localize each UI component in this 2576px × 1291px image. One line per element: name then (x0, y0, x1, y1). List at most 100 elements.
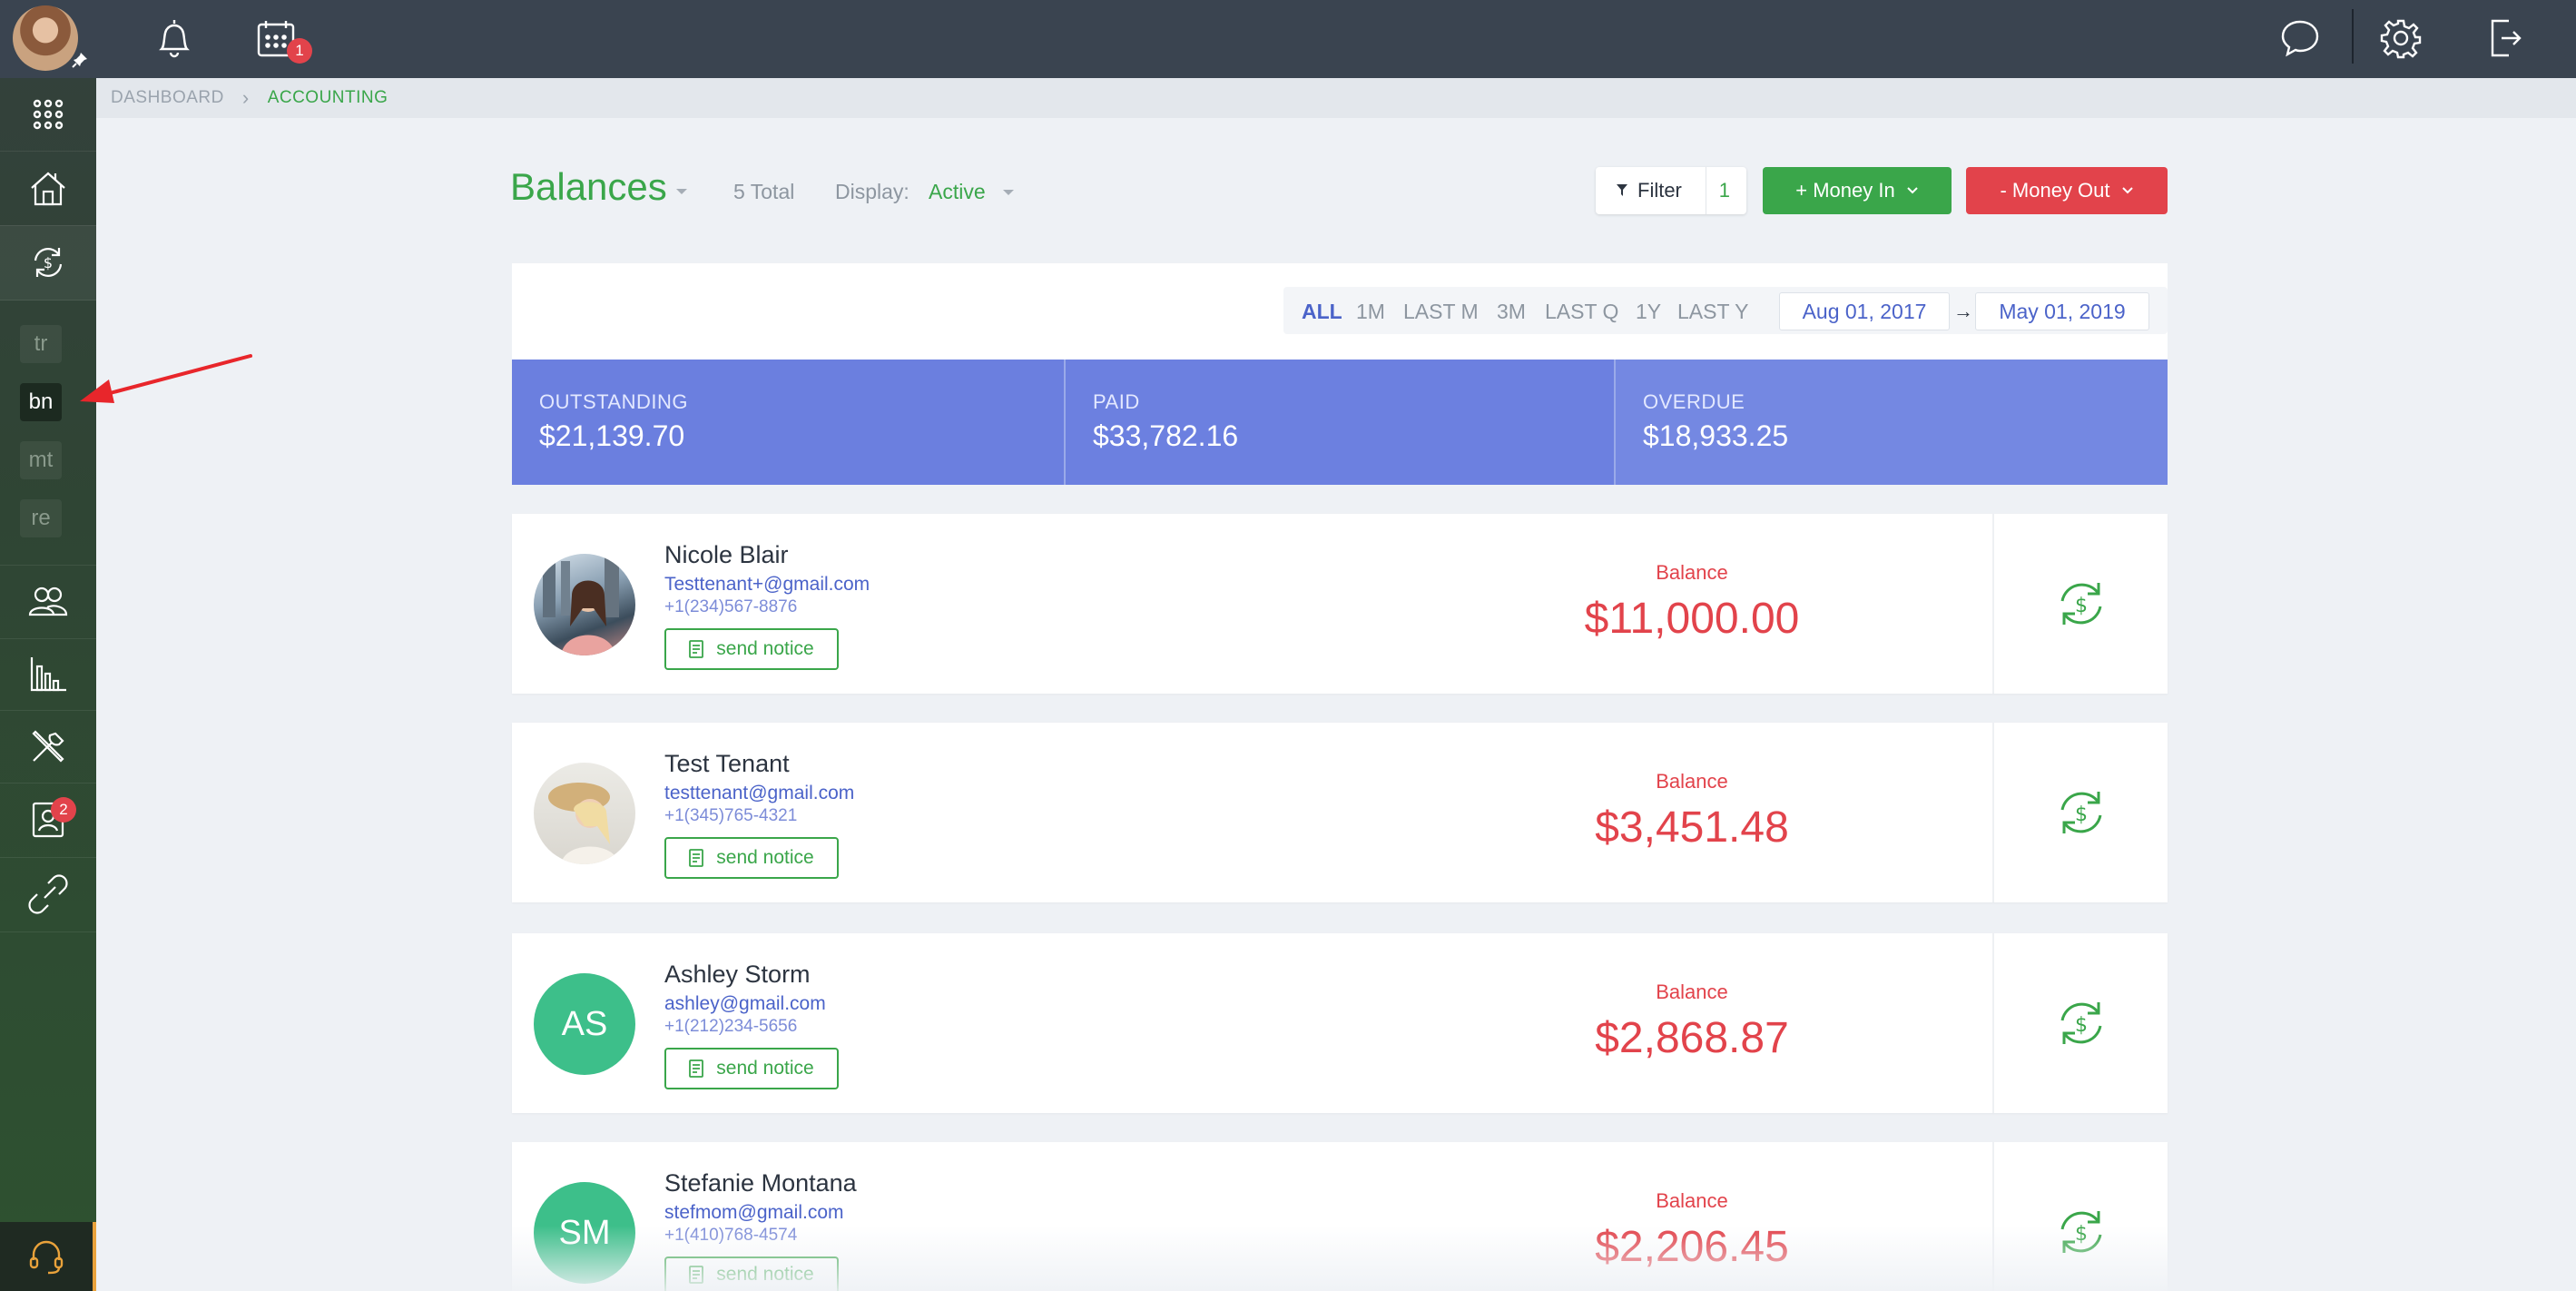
send-notice-button[interactable]: send notice (664, 1048, 839, 1089)
properties-icon[interactable] (0, 151, 96, 226)
sidebar: $ tr bn mt re 2 (0, 0, 96, 1291)
tenant-name[interactable]: Ashley Storm (664, 961, 811, 989)
breadcrumb-dashboard[interactable]: DASHBOARD (111, 88, 224, 108)
display-label: Display: (835, 180, 909, 203)
tenant-avatar[interactable] (534, 554, 635, 655)
send-notice-button[interactable]: send notice (664, 837, 839, 879)
reports-icon[interactable] (0, 637, 96, 711)
tenant-avatar[interactable]: AS (534, 973, 635, 1075)
chevron-down-icon (2121, 187, 2133, 194)
sidebar-sub-item-current[interactable]: bn (20, 383, 62, 421)
money-in-button[interactable]: + Money In (1763, 167, 1952, 214)
user-avatar[interactable] (13, 5, 78, 71)
people-icon[interactable] (0, 565, 96, 639)
stat-label: OVERDUE (1643, 390, 1745, 413)
document-icon (689, 640, 704, 658)
balance-label: Balance (1656, 561, 1728, 584)
tenant-email[interactable]: ashley@gmail.com (664, 993, 826, 1015)
tenant-email[interactable]: testtenant@gmail.com (664, 783, 854, 804)
tenant-email[interactable]: stefmom@gmail.com (664, 1202, 844, 1224)
filter-button[interactable]: Filter 1 (1596, 167, 1746, 214)
sidebar-sub-item[interactable]: tr (20, 325, 62, 363)
page-title[interactable]: Balances (510, 165, 667, 209)
period-last-year[interactable]: LAST Y (1677, 300, 1748, 324)
chat-icon[interactable] (2275, 13, 2325, 64)
svg-text:$: $ (2075, 1014, 2088, 1037)
caret-down-icon[interactable] (675, 187, 688, 196)
pin-icon[interactable] (71, 51, 89, 69)
tenant-phone[interactable]: +1(234)567-8876 (664, 597, 797, 617)
filter-icon (1617, 184, 1627, 196)
record-payment-icon[interactable]: $ (2051, 1202, 2111, 1262)
period-last-month[interactable]: LAST M (1403, 300, 1479, 324)
display-select[interactable]: Active (929, 180, 986, 204)
stat-paid[interactable]: PAID $33,782.16 (1066, 360, 1616, 485)
calendar-badge: 1 (287, 38, 312, 64)
send-notice-label: send notice (716, 638, 814, 659)
user-avatar-area (0, 0, 96, 78)
tenant-email[interactable]: Testtenant+@gmail.com (664, 574, 870, 596)
tenant-phone[interactable]: +1(345)765-4321 (664, 806, 797, 826)
stat-value: $21,139.70 (539, 419, 685, 452)
tenant-card: AS Ashley Storm ashley@gmail.com +1(212)… (512, 933, 2168, 1113)
stat-label: OUTSTANDING (539, 390, 688, 413)
sidebar-sub-item[interactable]: mt (20, 441, 62, 479)
stat-outstanding[interactable]: OUTSTANDING $21,139.70 (512, 360, 1066, 485)
bell-icon[interactable] (149, 13, 200, 64)
balance-label: Balance (1656, 981, 1728, 1003)
support-headset-icon[interactable] (0, 1222, 96, 1291)
send-notice-button[interactable]: send notice (664, 1257, 839, 1291)
sidebar-sub-item[interactable]: re (20, 499, 62, 537)
record-payment-icon[interactable]: $ (2051, 783, 2111, 843)
tenant-name[interactable]: Test Tenant (664, 750, 790, 778)
period-1y[interactable]: 1Y (1636, 300, 1661, 324)
svg-text:$: $ (2075, 803, 2088, 826)
send-notice-button[interactable]: send notice (664, 628, 839, 670)
tenant-name[interactable]: Nicole Blair (664, 541, 789, 569)
period-all[interactable]: ALL (1302, 300, 1342, 324)
record-payment-icon[interactable]: $ (2051, 993, 2111, 1053)
accounting-icon[interactable]: $ (0, 225, 96, 301)
send-notice-label: send notice (716, 847, 814, 868)
contacts-badge: 2 (51, 797, 76, 823)
send-notice-label: send notice (716, 1058, 814, 1079)
date-to-input[interactable]: May 01, 2019 (1975, 292, 2149, 330)
card-divider (1992, 1142, 1994, 1291)
card-divider (1992, 933, 1994, 1113)
money-in-label: + Money In (1795, 179, 1895, 202)
document-icon (689, 1059, 704, 1078)
record-payment-icon[interactable]: $ (2051, 574, 2111, 634)
topbar-divider (2352, 9, 2354, 64)
tenant-name[interactable]: Stefanie Montana (664, 1169, 857, 1197)
balance-summary: OUTSTANDING $21,139.70 PAID $33,782.16 O… (512, 360, 2168, 485)
tenant-avatar[interactable] (534, 763, 635, 864)
tools-icon[interactable] (0, 710, 96, 783)
contacts-icon[interactable] (0, 783, 96, 858)
tenant-phone[interactable]: +1(212)234-5656 (664, 1017, 797, 1037)
tenant-phone[interactable]: +1(410)768-4574 (664, 1226, 797, 1246)
breadcrumb: DASHBOARD › ACCOUNTING (96, 78, 2576, 118)
tenant-card: Nicole Blair Testtenant+@gmail.com +1(23… (512, 514, 2168, 694)
total-count: 5 Total (733, 180, 795, 203)
balance-amount: $2,868.87 (1595, 1014, 1789, 1062)
period-3m[interactable]: 3M (1497, 300, 1526, 324)
period-1m[interactable]: 1M (1356, 300, 1385, 324)
tenant-photo (543, 554, 619, 655)
annotation-arrow (80, 354, 252, 403)
money-out-button[interactable]: - Money Out (1966, 167, 2168, 214)
stat-label: PAID (1093, 390, 1140, 413)
caret-down-icon[interactable] (1002, 188, 1015, 197)
apps-grid-icon[interactable] (0, 78, 96, 152)
period-last-quarter[interactable]: LAST Q (1545, 300, 1618, 324)
tenant-avatar[interactable]: SM (534, 1182, 635, 1284)
date-from-input[interactable]: Aug 01, 2017 (1779, 292, 1950, 330)
logout-icon[interactable] (2480, 13, 2531, 64)
link-icon[interactable] (0, 857, 96, 932)
breadcrumb-accounting: ACCOUNTING (267, 88, 388, 107)
filter-count: 1 (1705, 167, 1746, 214)
stat-overdue[interactable]: OVERDUE $18,933.25 (1616, 360, 2168, 485)
arrow-right-icon: → (1953, 300, 1973, 322)
gear-icon[interactable] (2375, 13, 2426, 64)
money-out-label: - Money Out (2000, 179, 2110, 202)
stat-value: $33,782.16 (1093, 419, 1239, 452)
